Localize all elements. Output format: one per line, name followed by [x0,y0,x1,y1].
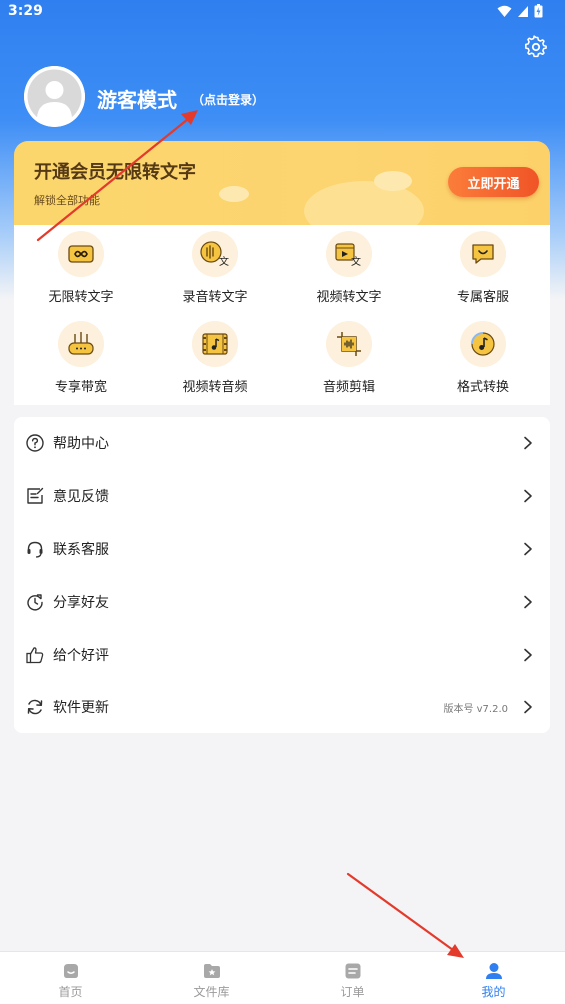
menu-item-software-update[interactable]: 软件更新 版本号 v7.2.0 [14,681,550,733]
audio-crop-icon [326,321,372,367]
feature-unlimited-transcribe[interactable]: 无限转文字 [14,225,148,305]
decor-blob [304,181,424,231]
tab-label: 订单 [340,985,365,999]
default-avatar-icon [24,66,85,127]
menu-label: 意见反馈 [53,489,109,505]
vip-title: 开通会员无限转文字 [34,162,196,183]
feature-label: 专属客服 [456,290,509,305]
folder-icon [203,964,220,978]
refresh-icon [27,699,43,715]
music-convert-icon [460,321,506,367]
feedback-icon [27,487,44,504]
infinity-icon [58,231,104,277]
status-bar: 3:29 [0,0,565,26]
status-icons [497,4,543,18]
feature-label: 无限转文字 [48,290,114,305]
settings-menu: 帮助中心 意见反馈 联系客服 分享好友 给个好评 软件更新 版本号 v7.2.0 [14,417,550,733]
chevron-right-icon [524,489,532,503]
feature-label: 格式转换 [456,380,509,395]
decor-blob [219,186,249,202]
user-icon [485,963,502,979]
tab-label: 首页 [58,985,83,999]
tab-orders[interactable]: 订单 [282,952,423,1004]
bottom-tab-bar: 首页 文件库 订单 我的 [0,951,565,1004]
feature-record-to-text[interactable]: 文 录音转文字 [148,225,282,305]
feature-label: 专享带宽 [54,380,107,395]
vip-subtitle: 解锁全部功能 [34,194,100,207]
menu-item-rate-us[interactable]: 给个好评 [14,629,550,681]
open-vip-button[interactable]: 立即开通 [448,167,539,197]
login-link[interactable]: （点击登录） [192,91,264,108]
chevron-right-icon [524,542,532,556]
settings-gear-icon[interactable] [524,35,548,59]
router-icon [58,321,104,367]
svg-text:文: 文 [219,255,229,268]
menu-item-feedback[interactable]: 意见反馈 [14,470,550,522]
feature-grid: 无限转文字 文 录音转文字 文 视频转文字 专属客服 专享带宽 视频转音频 音频… [14,225,550,405]
order-icon [345,963,360,979]
feature-format-conversion[interactable]: 格式转换 [416,315,550,395]
voice-to-text-icon: 文 [192,231,238,277]
vip-banner[interactable]: 开通会员无限转文字 解锁全部功能 立即开通 [14,141,550,231]
feature-label: 视频转文字 [316,290,382,305]
decor-blob [374,171,412,191]
menu-item-share-friends[interactable]: 分享好友 [14,576,550,628]
feature-video-to-audio[interactable]: 视频转音频 [148,315,282,395]
chevron-right-icon [524,700,532,714]
film-music-icon [192,321,238,367]
battery-icon [534,4,543,18]
headset-icon [27,541,43,558]
feature-exclusive-bandwidth[interactable]: 专享带宽 [14,315,148,395]
video-to-text-icon: 文 [326,231,372,277]
tab-label: 文件库 [193,985,230,999]
wifi-icon [497,5,512,17]
menu-label: 联系客服 [53,542,109,558]
share-icon [27,594,43,611]
menu-label: 分享好友 [53,595,109,611]
annotation-arrow-to-mine-tab [346,872,464,958]
signal-icon [518,5,528,17]
menu-item-help-center[interactable]: 帮助中心 [14,417,550,469]
feature-exclusive-service[interactable]: 专属客服 [416,225,550,305]
feature-audio-editing[interactable]: 音频剪辑 [282,315,416,395]
feature-label: 视频转音频 [182,380,248,395]
help-icon [26,434,44,452]
version-number: 版本号 v7.2.0 [443,703,508,715]
status-time: 3:29 [8,3,43,19]
username[interactable]: 游客模式 [97,84,177,113]
chevron-right-icon [524,595,532,609]
thumbs-up-icon [26,647,44,664]
menu-label: 帮助中心 [53,436,109,452]
menu-label: 软件更新 [53,700,109,716]
menu-item-contact-service[interactable]: 联系客服 [14,523,550,575]
tab-mine[interactable]: 我的 [423,952,564,1004]
tab-home[interactable]: 首页 [0,952,141,1004]
tab-file-library[interactable]: 文件库 [141,952,282,1004]
feature-label: 音频剪辑 [322,380,375,395]
tab-label: 我的 [481,985,506,999]
svg-text:文: 文 [351,255,361,267]
chevron-right-icon [524,648,532,662]
feature-label: 录音转文字 [182,290,248,305]
feature-video-to-text[interactable]: 文 视频转文字 [282,225,416,305]
menu-label: 给个好评 [53,648,109,664]
chevron-right-icon [524,436,532,450]
avatar[interactable] [24,66,85,127]
home-icon [63,964,78,978]
service-chat-icon [460,231,506,277]
